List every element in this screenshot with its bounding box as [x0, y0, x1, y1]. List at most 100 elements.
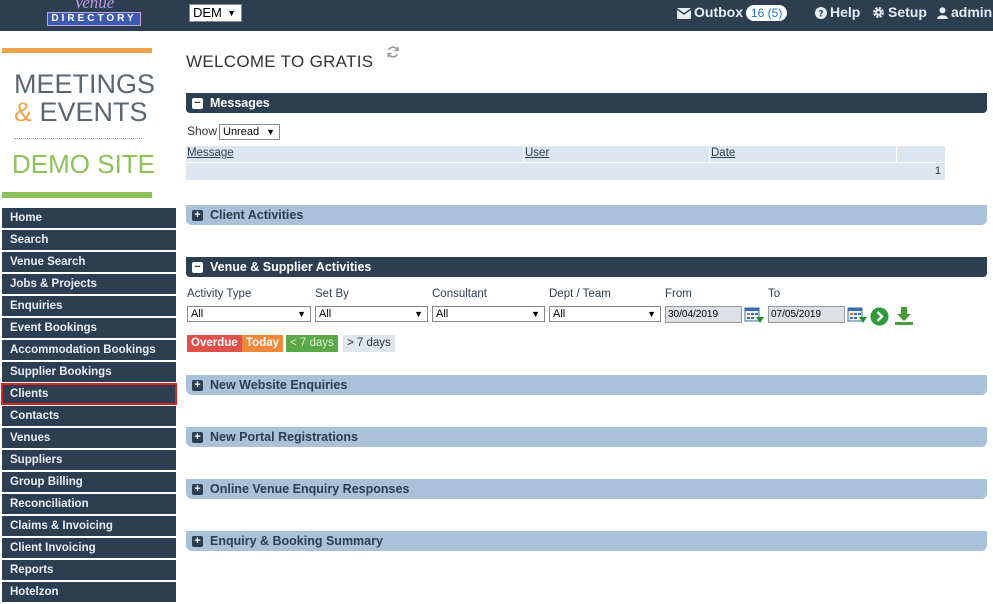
sidebar-item-venue-search[interactable]: Venue Search [2, 252, 176, 272]
refresh-icon[interactable] [386, 45, 400, 64]
brand-line-1: MEETINGS [14, 69, 156, 99]
to-date-input[interactable]: 07/05/2019 [768, 306, 845, 323]
collapse-icon[interactable]: − [192, 262, 203, 273]
sidebar-item-reports[interactable]: Reports [2, 560, 176, 580]
sidebar-item-reconciliation[interactable]: Reconciliation [2, 494, 176, 514]
sidebar-item-suppliers[interactable]: Suppliers [2, 450, 176, 470]
page-number[interactable]: 1 [935, 165, 941, 177]
new-website-enquiries-heading: New Website Enquiries [210, 378, 348, 392]
brand-line-2: & EVENTS [14, 98, 148, 126]
show-label: Show [187, 124, 218, 138]
sidebar-item-accommodation-bookings[interactable]: Accommodation Bookings [2, 340, 176, 360]
brand-top-bar [2, 48, 152, 53]
help-link[interactable]: ? Help [815, 4, 860, 20]
chevron-down-icon: ▼ [531, 309, 540, 319]
new-portal-registrations-heading: New Portal Registrations [210, 430, 358, 444]
set-by-value: All [319, 308, 332, 320]
sidebar-item-hotelzon[interactable]: Hotelzon [2, 582, 176, 602]
logo-bottom-text: DIRECTORY [47, 12, 141, 26]
sidebar-item-client-invoicing[interactable]: Client Invoicing [2, 538, 176, 558]
client-activities-heading: Client Activities [210, 208, 304, 222]
sidebar-item-group-billing[interactable]: Group Billing [2, 472, 176, 492]
from-date-input[interactable]: 30/04/2019 [665, 306, 742, 323]
sidebar-item-jobs-projects[interactable]: Jobs & Projects [2, 274, 176, 294]
venue-supplier-heading: Venue & Supplier Activities [210, 260, 372, 274]
sidebar-nav: Home Search Venue Search Jobs & Projects… [1, 208, 177, 604]
set-by-label: Set By [315, 288, 349, 300]
expand-icon[interactable]: + [192, 536, 203, 547]
user-menu[interactable]: admin [937, 4, 992, 20]
sidebar-item-claims-invoicing[interactable]: Claims & Invoicing [2, 516, 176, 536]
to-label: To [768, 288, 781, 300]
dept-team-label: Dept / Team [549, 288, 611, 300]
outbox-link[interactable]: Outbox 16 (5) [676, 4, 788, 21]
chevron-down-icon: ▼ [266, 127, 275, 137]
dept-team-value: All [553, 308, 566, 320]
chevron-down-icon: ▼ [647, 309, 656, 319]
calendar-icon[interactable] [744, 306, 764, 324]
messages-heading: Messages [210, 96, 270, 110]
new-portal-registrations-panel-header[interactable]: + New Portal Registrations [186, 427, 987, 447]
messages-pagination-row: 1 [186, 163, 945, 180]
company-select-value: DEM [193, 5, 222, 20]
setup-label: Setup [888, 4, 927, 20]
column-divider [709, 146, 710, 163]
consultant-select[interactable]: All ▼ [432, 306, 545, 322]
expand-icon[interactable]: + [192, 210, 203, 221]
sidebar-item-home[interactable]: Home [2, 208, 176, 228]
show-filter-value: Unread [223, 126, 260, 138]
from-label: From [665, 288, 692, 300]
chevron-down-icon: ▼ [414, 309, 423, 319]
svg-text:?: ? [818, 10, 823, 20]
sidebar-item-contacts[interactable]: Contacts [2, 406, 176, 426]
collapse-icon[interactable]: − [192, 98, 203, 109]
brand-divider [14, 138, 142, 139]
column-header-user[interactable]: User [525, 147, 549, 159]
sidebar-item-clients[interactable]: Clients [1, 383, 177, 405]
online-venue-enquiry-responses-panel-header[interactable]: + Online Venue Enquiry Responses [186, 479, 987, 499]
column-header-date[interactable]: Date [711, 147, 735, 159]
consultant-value: All [436, 308, 449, 320]
user-label: admin [951, 4, 993, 20]
download-icon[interactable] [893, 305, 915, 327]
column-divider [896, 146, 897, 163]
expand-icon[interactable]: + [192, 432, 203, 443]
question-circle-icon: ? [815, 7, 827, 20]
expand-icon[interactable]: + [192, 484, 203, 495]
sidebar-item-search[interactable]: Search [2, 230, 176, 250]
messages-panel-header[interactable]: − Messages [186, 93, 987, 113]
new-website-enquiries-panel-header[interactable]: + New Website Enquiries [186, 375, 987, 395]
dept-team-select[interactable]: All ▼ [549, 306, 661, 322]
column-header-message[interactable]: Message [187, 147, 234, 159]
top-bar: Venue DIRECTORY DEM ▼ Outbox 16 (5) ? Help… [0, 0, 993, 31]
legend-today: Today [242, 335, 284, 352]
consultant-label: Consultant [432, 288, 487, 300]
sidebar-item-event-bookings[interactable]: Event Bookings [2, 318, 176, 338]
brand-line-2-text: EVENTS [32, 97, 148, 127]
legend-less-7-days: < 7 days [286, 335, 338, 352]
brand-line-3: DEMO SITE [12, 149, 156, 179]
chevron-down-icon: ▼ [227, 8, 236, 18]
outbox-label: Outbox [694, 4, 743, 20]
show-filter-select[interactable]: Unread ▼ [219, 124, 280, 140]
setup-link[interactable]: Setup [872, 4, 927, 20]
messages-table: Message User Date 1 [186, 146, 945, 180]
client-activities-panel-header[interactable]: + Client Activities [186, 205, 987, 225]
go-arrow-icon[interactable] [870, 307, 889, 326]
activity-type-select[interactable]: All ▼ [187, 306, 311, 322]
expand-icon[interactable]: + [192, 380, 203, 391]
enquiry-booking-summary-panel-header[interactable]: + Enquiry & Booking Summary [186, 531, 987, 551]
company-select[interactable]: DEM ▼ [189, 4, 242, 22]
venue-directory-logo[interactable]: Venue DIRECTORY [47, 0, 141, 27]
activity-type-value: All [191, 308, 204, 320]
sidebar-item-supplier-bookings[interactable]: Supplier Bookings [2, 362, 176, 382]
chevron-down-icon: ▼ [297, 309, 306, 319]
brand-bottom-bar [2, 192, 152, 198]
sidebar-item-venues[interactable]: Venues [2, 428, 176, 448]
venue-supplier-panel-header[interactable]: − Venue & Supplier Activities [186, 257, 987, 277]
calendar-icon[interactable] [847, 306, 867, 324]
help-label: Help [830, 4, 861, 20]
sidebar-item-enquiries[interactable]: Enquiries [2, 296, 176, 316]
brand-ampersand: & [14, 97, 33, 127]
set-by-select[interactable]: All ▼ [315, 306, 428, 322]
